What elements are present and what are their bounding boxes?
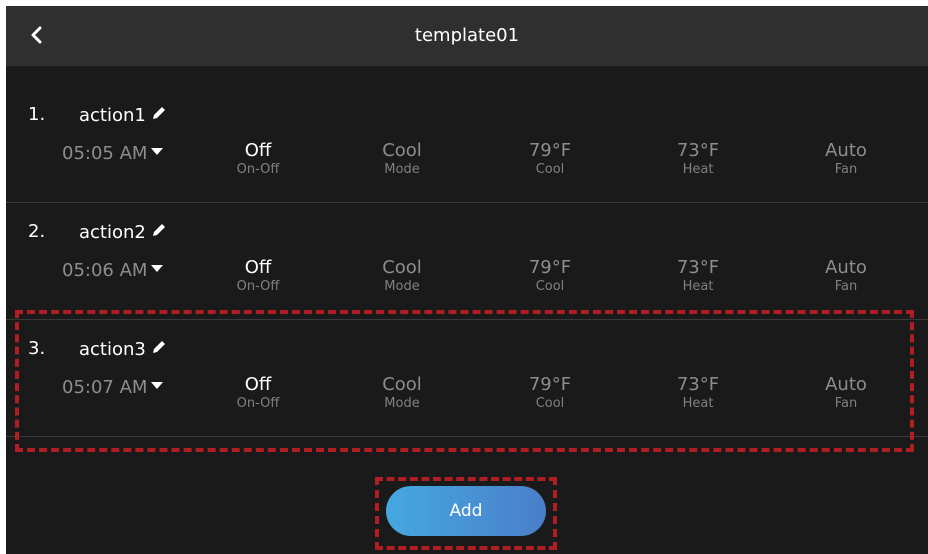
value-text: Off <box>244 257 272 278</box>
value-text: 73°F <box>676 140 720 161</box>
value-text: 79°F <box>528 140 572 161</box>
action-row: 1. action1 05:05 AM Off On-Off Cool Mode 7… <box>6 86 928 203</box>
value-text: Cool <box>382 374 422 395</box>
action-name[interactable]: action3 <box>79 338 168 361</box>
caret-down-icon <box>151 140 164 161</box>
pencil-icon[interactable] <box>150 221 168 244</box>
value-cell[interactable]: Cool Mode <box>342 374 462 412</box>
value-text: Auto <box>825 374 867 395</box>
value-label: On-Off <box>236 279 280 294</box>
action-index: 2. <box>28 221 46 242</box>
value-label: Mode <box>384 396 420 411</box>
value-text: Auto <box>825 140 867 161</box>
value-label: Heat <box>682 396 714 411</box>
value-label: On-Off <box>236 162 280 177</box>
value-cell[interactable]: Cool Mode <box>342 257 462 295</box>
value-label: Fan <box>834 396 858 411</box>
pencil-icon[interactable] <box>150 338 168 361</box>
action-name[interactable]: action1 <box>79 104 168 127</box>
value-label: On-Off <box>236 396 280 411</box>
action-name-label: action3 <box>79 339 146 360</box>
add-button[interactable]: Add <box>386 486 546 536</box>
time-value: 05:05 AM <box>62 143 148 164</box>
value-cell[interactable]: 79°F Cool <box>490 257 610 295</box>
value-text: Auto <box>825 257 867 278</box>
action-index: 3. <box>28 338 46 359</box>
value-label: Fan <box>834 162 858 177</box>
value-text: Off <box>244 374 272 395</box>
value-label: Heat <box>682 279 714 294</box>
value-text: 73°F <box>676 257 720 278</box>
caret-down-icon <box>151 257 164 278</box>
pencil-icon[interactable] <box>150 104 168 127</box>
time-dropdown[interactable]: 05:07 AM <box>62 374 164 398</box>
value-label: Mode <box>384 279 420 294</box>
value-text: Cool <box>382 257 422 278</box>
action-row: 3. action3 05:07 AM Off On-Off Cool Mode 7… <box>6 320 928 437</box>
value-cell[interactable]: Off On-Off <box>198 257 318 295</box>
action-row: 2. action2 05:06 AM Off On-Off Cool Mode 7… <box>6 203 928 320</box>
value-cell[interactable]: Off On-Off <box>198 140 318 178</box>
header-bar: template01 <box>6 6 928 66</box>
action-index: 1. <box>28 104 46 125</box>
value-label: Cool <box>535 162 565 177</box>
value-text: Cool <box>382 140 422 161</box>
time-value: 05:06 AM <box>62 260 148 281</box>
action-name[interactable]: action2 <box>79 221 168 244</box>
value-text: 79°F <box>528 257 572 278</box>
value-text: 79°F <box>528 374 572 395</box>
action-name-label: action1 <box>79 105 146 126</box>
value-cell[interactable]: 79°F Cool <box>490 140 610 178</box>
device-screen: template01 1. action1 05:05 AM Off On-Off… <box>6 6 928 554</box>
value-cell[interactable]: 73°F Heat <box>638 374 758 412</box>
value-label: Fan <box>834 279 858 294</box>
value-cell[interactable]: Auto Fan <box>786 140 906 178</box>
value-label: Cool <box>535 279 565 294</box>
caret-down-icon <box>151 374 164 395</box>
value-label: Heat <box>682 162 714 177</box>
value-cell[interactable]: 79°F Cool <box>490 374 610 412</box>
value-cell[interactable]: Cool Mode <box>342 140 462 178</box>
action-name-label: action2 <box>79 222 146 243</box>
value-cell[interactable]: 73°F Heat <box>638 140 758 178</box>
value-cell[interactable]: Auto Fan <box>786 374 906 412</box>
time-dropdown[interactable]: 05:06 AM <box>62 257 164 281</box>
time-value: 05:07 AM <box>62 377 148 398</box>
value-text: Off <box>244 140 272 161</box>
action-list: 1. action1 05:05 AM Off On-Off Cool Mode 7… <box>6 86 928 437</box>
value-cell[interactable]: Off On-Off <box>198 374 318 412</box>
value-cell[interactable]: 73°F Heat <box>638 257 758 295</box>
value-text: 73°F <box>676 374 720 395</box>
page-title: template01 <box>414 25 520 46</box>
value-cell[interactable]: Auto Fan <box>786 257 906 295</box>
time-dropdown[interactable]: 05:05 AM <box>62 140 164 164</box>
value-label: Cool <box>535 396 565 411</box>
value-label: Mode <box>384 162 420 177</box>
